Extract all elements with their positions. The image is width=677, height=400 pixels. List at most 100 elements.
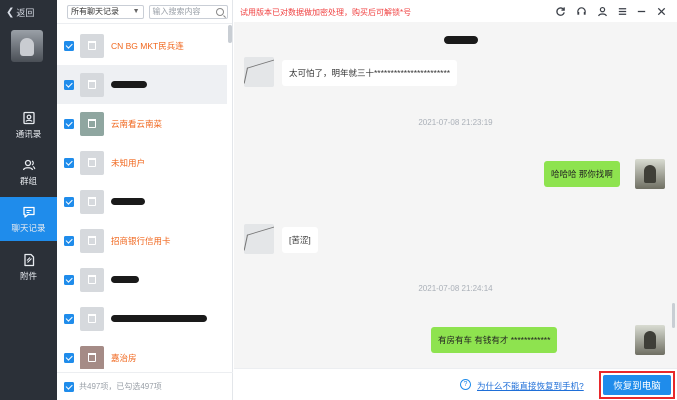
chat-title-redacted [444,36,478,44]
list-item[interactable] [57,299,227,338]
search-placeholder: 输入搜索内容 [152,7,201,16]
list-item[interactable] [57,182,227,221]
menu-icon[interactable] [616,5,628,17]
chevron-left-icon: ❮ [6,7,15,18]
nav-item-attachments[interactable]: 附件 [0,245,57,289]
back-button[interactable]: ❮ 返回 [6,6,34,19]
contact-avatar [80,189,104,214]
nav-item-contacts[interactable]: 通讯录 [0,103,57,147]
user-avatar[interactable] [11,30,43,62]
list-item[interactable] [57,260,227,299]
conversation-list: CN BG MKT民兵连 云南看云南菜 未知用户 招商银行信用卡 嘉治房 [57,24,227,369]
chat-panel: 试用版本已对数据做加密处理，购买后可解锁*号 太可怕了，明年就三十*******… [234,0,677,400]
select-all-checkbox[interactable] [64,381,74,392]
conversation-list-panel: 所有聊天记录 ▼ 输入搜索内容 CN BG MKT民兵连 云南看云南菜 未知用户 [57,0,233,400]
trash-icon [88,80,96,89]
message-bubble-outgoing: 哈哈哈 那你找啊 [544,161,620,187]
trash-icon [88,197,96,206]
contact-name: 招商银行信用卡 [111,235,171,246]
close-icon[interactable] [655,5,667,17]
list-item[interactable] [57,65,227,104]
nav-item-chat-history[interactable]: 聊天记录 [0,197,57,241]
message-bubble-outgoing: 有房有车 有钱有才 ************ [431,327,558,353]
item-checkbox[interactable] [64,352,74,363]
message-bubble-incoming: [苦涩] [282,227,318,253]
chat-filter-select[interactable]: 所有聊天记录 ▼ [67,4,144,19]
sender-avatar [244,57,274,87]
self-avatar [635,325,665,355]
item-checkbox[interactable] [64,313,74,324]
item-checkbox[interactable] [64,274,74,285]
list-toolbar: 所有聊天记录 ▼ 输入搜索内容 [57,0,232,24]
list-scrollbar[interactable] [228,25,232,43]
item-checkbox[interactable] [64,196,74,207]
trial-notice: 试用版本已对数据做加密处理，购买后可解锁*号 [240,8,412,17]
redacted-name [111,315,207,322]
contact-name: 云南看云南菜 [111,118,163,129]
self-avatar [635,159,665,189]
refresh-icon[interactable] [554,5,566,17]
nav-label-contacts: 通讯录 [15,128,42,139]
contact-avatar [80,267,104,292]
help-icon[interactable]: ? [460,379,471,390]
contact-avatar [80,345,104,369]
search-icon[interactable] [216,7,224,16]
sender-avatar [244,224,274,254]
nav-label-attachments: 附件 [19,270,37,281]
headset-icon[interactable] [575,5,587,17]
message-timestamp: 2021-07-08 21:24:14 [418,284,493,293]
list-item[interactable]: 嘉治房 [57,338,227,369]
selection-count: 共497项，已勾选497项 [79,382,162,391]
contact-avatar [80,228,104,253]
trash-icon [88,275,96,284]
redacted-name [111,198,145,205]
list-item[interactable]: CN BG MKT民兵连 [57,26,227,65]
chat-scrollbar[interactable] [672,303,675,328]
restore-to-phone-help-link[interactable]: 为什么不能直接恢复到手机? [477,380,584,392]
contact-avatar [80,150,104,175]
redacted-name [111,276,139,283]
contact-avatar [80,306,104,331]
trash-icon [88,353,96,362]
item-checkbox[interactable] [64,118,74,129]
minimize-icon[interactable] [635,5,647,17]
attachment-icon [23,253,34,266]
chat-filter-value: 所有聊天记录 [71,7,119,16]
chat-icon [22,206,35,218]
contact-name: 未知用户 [111,157,146,168]
chat-footer: ? 为什么不能直接恢复到手机? 恢复到电脑 [234,368,677,400]
trash-icon [88,236,96,245]
restore-to-computer-button[interactable]: 恢复到电脑 [603,375,671,395]
group-icon [22,159,35,170]
item-checkbox[interactable] [64,157,74,168]
user-icon[interactable] [596,5,608,17]
nav-label-groups: 群组 [19,175,37,186]
item-checkbox[interactable] [64,79,74,90]
contact-avatar [80,111,104,136]
chevron-down-icon: ▼ [132,8,140,15]
contact-name: CN BG MKT民兵连 [111,40,184,51]
back-label: 返回 [16,8,35,18]
left-nav: ❮ 返回 通讯录 群组 聊天记录 附件 [0,0,57,400]
nav-label-chat-history: 聊天记录 [11,222,46,233]
trash-icon [88,158,96,167]
trash-icon [88,119,96,128]
list-footer: 共497项，已勾选497项 [57,372,233,400]
contact-name: 嘉治房 [111,352,137,363]
list-item[interactable]: 云南看云南菜 [57,104,227,143]
chat-toolbar: 试用版本已对数据做加密处理，购买后可解锁*号 [234,0,677,22]
trash-icon [88,41,96,50]
search-input[interactable]: 输入搜索内容 [148,4,228,19]
item-checkbox[interactable] [64,40,74,51]
trash-icon [88,314,96,323]
message-bubble-incoming: 太可怕了，明年就三十*********************** [282,60,458,86]
contact-avatar [80,33,104,58]
contact-avatar [80,72,104,97]
list-item[interactable]: 招商银行信用卡 [57,221,227,260]
nav-item-groups[interactable]: 群组 [0,150,57,194]
redacted-name [111,81,147,88]
item-checkbox[interactable] [64,235,74,246]
contacts-icon [22,111,35,124]
list-item[interactable]: 未知用户 [57,143,227,182]
message-timestamp: 2021-07-08 21:23:19 [418,118,493,127]
